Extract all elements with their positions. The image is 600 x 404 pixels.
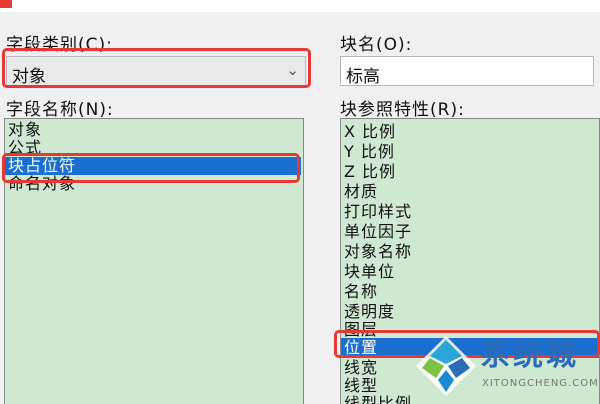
chevron-down-icon[interactable]: ⌄ [286, 61, 299, 79]
list-item[interactable]: Z 比例 [341, 163, 599, 181]
field-names-list[interactable]: 对象 公式 块占位符 命名对象 [4, 118, 304, 404]
list-item[interactable]: 块单位 [341, 263, 599, 281]
list-item[interactable]: X 比例 [341, 123, 599, 141]
dialog: 字段类别(C): 对象 ⌄ 块名(O): 标高 字段名称(N): 对象 公式 块… [0, 0, 600, 404]
block-name-value: 标高 [346, 67, 380, 87]
watermark-text: 系统城 [480, 338, 579, 373]
block-name-label: 块名(O): [340, 35, 413, 55]
watermark: 系统城 XITONGCHENG.COM [410, 330, 600, 404]
list-item[interactable]: 材质 [341, 183, 599, 201]
block-properties-label: 块参照特性(R): [340, 100, 465, 120]
block-name-field[interactable]: 标高 [340, 56, 594, 87]
field-category-select[interactable]: 对象 ⌄ [6, 56, 306, 87]
watermark-url: XITONGCHENG.COM [482, 378, 599, 389]
list-item[interactable]: Y 比例 [341, 143, 599, 161]
field-names-label: 字段名称(N): [6, 100, 114, 120]
close-corner [0, 0, 12, 8]
title-strip [0, 0, 600, 12]
field-category-value: 对象 [12, 67, 46, 87]
list-item-selected[interactable]: 块占位符 [5, 157, 301, 175]
field-category-label: 字段类别(C): [6, 35, 113, 55]
watermark-logo-icon [416, 336, 476, 396]
list-item[interactable]: 对象 [5, 121, 303, 139]
list-item[interactable]: 打印样式 [341, 203, 599, 221]
list-item[interactable]: 单位因子 [341, 223, 599, 241]
list-item[interactable]: 透明度 [341, 303, 599, 321]
list-item[interactable]: 名称 [341, 283, 599, 301]
list-item[interactable]: 对象名称 [341, 243, 599, 261]
list-item[interactable]: 命名对象 [5, 175, 303, 193]
list-item[interactable]: 公式 [5, 139, 303, 157]
